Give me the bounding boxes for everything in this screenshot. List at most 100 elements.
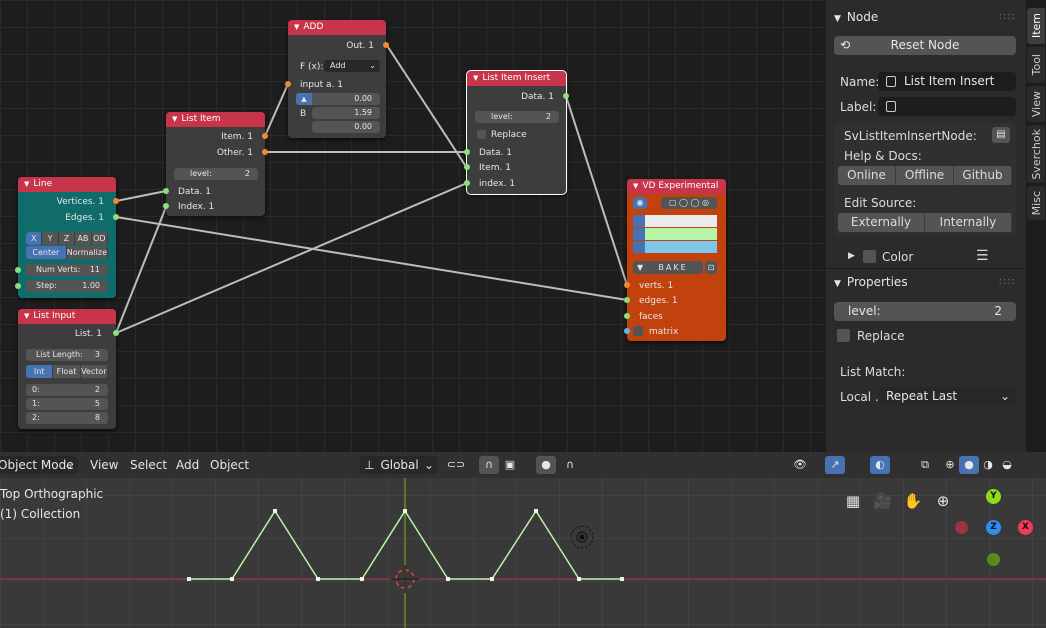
tab-sverchok[interactable]: Sverchok (1027, 125, 1045, 183)
tab-item[interactable]: Item (1027, 8, 1045, 44)
drag-handle-icon[interactable]: :::: (999, 269, 1016, 295)
list-item-item-socket[interactable] (262, 133, 268, 139)
collapse-icon[interactable]: ▼ (294, 20, 299, 35)
level-field[interactable]: level: 2 (834, 302, 1016, 321)
axis-z-button[interactable]: Z (58, 232, 76, 245)
collapse-icon[interactable]: ▼ (24, 309, 29, 324)
insert-data-in-socket[interactable] (464, 149, 470, 155)
display-mode-icons[interactable]: ▢ ◯ ◯ ◎ (661, 197, 717, 209)
axis-y-button[interactable]: Y (42, 232, 59, 245)
edge-color-swatch[interactable] (633, 228, 717, 240)
list-length-field[interactable]: List Length: 3 (26, 349, 108, 361)
axis-neg-x-gizmo[interactable] (955, 521, 968, 534)
axis-y-gizmo[interactable]: Y (986, 489, 1001, 504)
collapse-icon[interactable]: ▼ (172, 112, 177, 127)
list-item-index-socket[interactable] (163, 203, 169, 209)
add-a-field[interactable]: ▲ 0.00 (296, 93, 380, 105)
online-button[interactable]: Online (838, 166, 896, 185)
list-item-other-socket[interactable] (262, 149, 268, 155)
axis-x-button[interactable]: X (26, 232, 43, 245)
solid-shading-icon[interactable]: ● (959, 456, 979, 474)
tab-tool[interactable]: Tool (1027, 47, 1045, 83)
insert-replace-checkbox[interactable] (477, 130, 486, 139)
hand-icon[interactable]: ✋ (900, 488, 926, 514)
list-item-insert-node[interactable]: ▼ List Item Insert Data. 1 level: 2 Replac… (464, 70, 569, 195)
gizmo-icon[interactable]: ↗ (825, 456, 845, 474)
add-c-field[interactable]: 0.00 (312, 121, 380, 133)
num-verts-socket[interactable] (15, 267, 21, 273)
internally-button[interactable]: Internally (925, 213, 1012, 232)
line-edges-socket[interactable] (113, 214, 119, 220)
github-button[interactable]: Github (954, 166, 1012, 185)
list-input-node[interactable]: ▼ List Input List. 1 List Length: 3 Int Fl… (18, 309, 119, 429)
node-panel-header[interactable]: ▼ Node:::: (826, 4, 1026, 30)
camera-icon[interactable]: 🎥 (870, 488, 896, 514)
list-item-insert-node-header[interactable]: ▼ List Item Insert (467, 71, 566, 86)
add-out-socket[interactable] (383, 42, 389, 48)
menu-select[interactable]: Select (130, 458, 167, 472)
tab-view[interactable]: View (1027, 86, 1045, 122)
num-verts-field[interactable]: Num Verts: 11 (26, 264, 108, 276)
float-button[interactable]: Float (53, 365, 81, 378)
mode-dropdown[interactable]: Object Mode ⌄ (0, 456, 78, 474)
tab-misc[interactable]: Misc (1027, 186, 1045, 220)
add-node-header[interactable]: ▼ ADD (288, 20, 386, 35)
zoom-icon[interactable]: ⊕ (930, 488, 956, 514)
line-node[interactable]: ▼ Line Vertices. 1 Edges. 1 X Y Z AB OD C… (15, 177, 119, 298)
node-editor[interactable]: ▼ ADD Out. 1 F (x): Add ⌄ input a. 1 ▲ 0.00… (0, 0, 826, 452)
add-input-a-socket[interactable] (285, 81, 291, 87)
step-socket[interactable] (15, 283, 21, 289)
grid-icon[interactable]: ▦ (840, 488, 866, 514)
add-func-dropdown[interactable]: Add ⌄ (324, 60, 380, 72)
material-shading-icon[interactable]: ◑ (978, 456, 998, 474)
add-node[interactable]: ▼ ADD Out. 1 F (x): Add ⌄ input a. 1 ▲ 0.00… (285, 20, 389, 138)
vd-experimental-node[interactable]: ▼ VD Experimental ◉ ▢ ◯ ◯ ◎ ▼ BAKE ⊡ verts… (624, 179, 726, 341)
insert-index-in-socket[interactable] (464, 180, 470, 186)
list-value-0[interactable]: 0: 2 (26, 384, 108, 396)
face-color-swatch[interactable] (633, 241, 717, 253)
orientation-dropdown[interactable]: ⊥ Global ⌄ (360, 456, 438, 474)
list-item-node[interactable]: ▼ List Item Item. 1 Other. 1 level: 2 Data… (163, 112, 268, 216)
line-vertices-socket[interactable] (113, 198, 119, 204)
wireframe-shading-icon[interactable]: ⊕ (940, 456, 960, 474)
insert-data-out-socket[interactable] (563, 93, 569, 99)
bake-button[interactable]: ▼ BAKE (633, 261, 703, 274)
offline-button[interactable]: Offline (896, 166, 954, 185)
vd-verts-socket[interactable] (624, 282, 630, 288)
int-button[interactable]: Int (26, 365, 54, 378)
insert-level-field[interactable]: level: 2 (475, 111, 559, 123)
properties-panel-header[interactable]: ▼ Properties:::: (826, 268, 1026, 294)
overlays-icon[interactable]: ◐ (870, 456, 890, 474)
collapse-icon[interactable]: ▼ (24, 177, 29, 192)
collapse-icon[interactable]: ▼ (473, 71, 478, 86)
rendered-shading-icon[interactable]: ◒ (997, 456, 1017, 474)
menu-add[interactable]: Add (176, 458, 199, 472)
list-item-node-header[interactable]: ▼ List Item (166, 112, 265, 127)
axis-od-button[interactable]: OD (91, 232, 108, 245)
snap-icon[interactable]: ∩ (479, 456, 499, 474)
list-icon[interactable]: ☰ (976, 248, 989, 264)
fullscreen-icon[interactable]: ⊡ (705, 261, 717, 274)
falloff-icon[interactable]: ∩ (560, 456, 580, 474)
replace-checkbox[interactable] (837, 329, 850, 342)
axis-neg-y-gizmo[interactable] (987, 553, 1000, 566)
axis-x-gizmo[interactable]: X (1018, 520, 1033, 535)
list-value-1[interactable]: 1: 5 (26, 398, 108, 410)
list-input-node-header[interactable]: ▼ List Input (18, 309, 116, 324)
vd-faces-socket[interactable] (624, 313, 630, 319)
vector-button[interactable]: Vector (80, 365, 108, 378)
snap-target-icon[interactable]: ▣ (500, 456, 520, 474)
axis-z-gizmo[interactable]: Z (986, 520, 1001, 535)
list-item-level-field[interactable]: level: 2 (174, 168, 258, 180)
list-match-dropdown[interactable]: Repeat Last ⌄ (878, 387, 1016, 406)
vd-node-header[interactable]: ▼ VD Experimental (627, 179, 726, 194)
name-input[interactable]: List Item Insert (878, 72, 1016, 91)
eye-icon[interactable]: ◉ (633, 197, 647, 209)
vertex-color-swatch[interactable] (633, 215, 717, 227)
list-item-data-socket[interactable] (163, 188, 169, 194)
step-field[interactable]: Step: 1.00 (26, 280, 108, 292)
list-input-out-socket[interactable] (113, 330, 119, 336)
vd-matrix-socket[interactable] (624, 328, 630, 334)
menu-object[interactable]: Object (210, 458, 249, 472)
reset-node-button[interactable]: ⟲ Reset Node (834, 36, 1016, 55)
